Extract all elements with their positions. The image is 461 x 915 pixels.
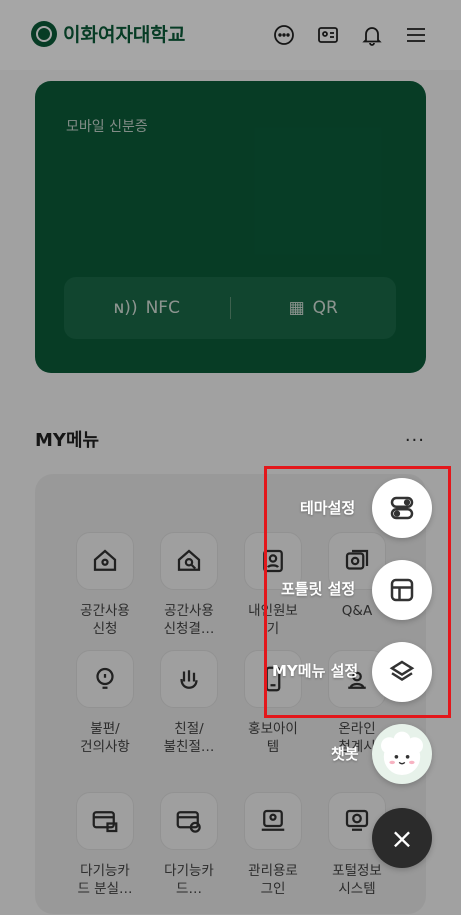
close-icon: × (390, 821, 414, 855)
close-button[interactable]: × (372, 808, 432, 868)
chatbot-label[interactable]: 챗봇 (331, 743, 359, 764)
chatbot-button[interactable] (372, 724, 432, 784)
chatbot-avatar-icon (381, 731, 423, 775)
app-screen: 이화여자대학교 모바일 신분증 ɴ)) NFC ▦ QR MY메뉴 ··· 공간… (0, 0, 461, 915)
highlight-box (264, 466, 451, 718)
